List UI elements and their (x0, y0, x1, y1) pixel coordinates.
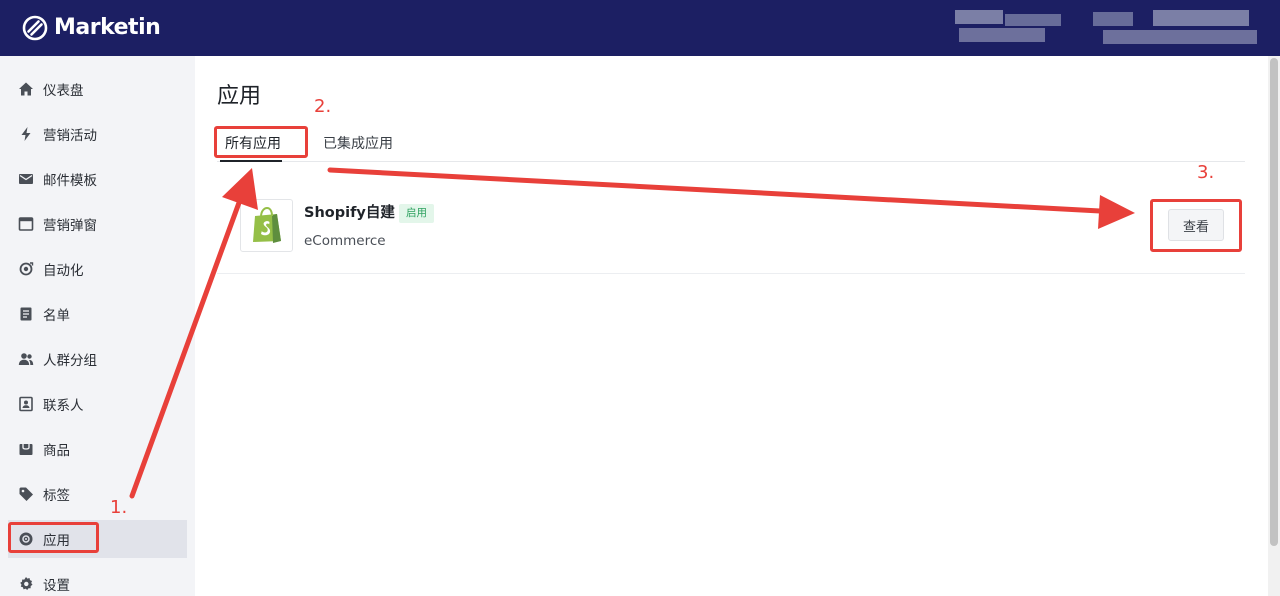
redacted-user-info[interactable] (1093, 8, 1263, 46)
sidebar-item-lists[interactable]: 名单 (8, 295, 187, 333)
sidebar-item-segments[interactable]: 人群分组 (8, 340, 187, 378)
sidebar-item-label: 营销弹窗 (43, 218, 97, 234)
page-title: 应用 (217, 84, 262, 109)
brand-name: Marketin (54, 15, 161, 40)
shopify-bag-icon (240, 199, 293, 252)
sidebar-item-tags[interactable]: 标签 (8, 475, 187, 513)
home-icon (18, 81, 34, 97)
sidebar-item-label: 商品 (43, 443, 70, 459)
sidebar-item-label: 应用 (43, 533, 70, 549)
scrollbar-thumb[interactable] (1270, 58, 1278, 546)
tab-all-apps[interactable]: 所有应用 (225, 134, 281, 154)
sidebar-item-label: 设置 (43, 578, 70, 594)
sidebar-item-dashboard[interactable]: 仪表盘 (8, 70, 187, 108)
sidebar-item-label: 标签 (43, 488, 70, 504)
mail-icon (18, 171, 34, 187)
sidebar-item-contacts[interactable]: 联系人 (8, 385, 187, 423)
sidebar: 仪表盘 营销活动 邮件模板 营销弹窗 自动化 名单 人群分组 联系人 商品 标签… (0, 56, 195, 596)
sidebar-item-label: 人群分组 (43, 353, 97, 369)
app-tabs: 所有应用 已集成应用 (217, 128, 1245, 162)
sidebar-item-settings[interactable]: 设置 (8, 565, 187, 596)
status-badge: 启用 (399, 204, 434, 223)
sidebar-item-label: 营销活动 (43, 128, 97, 144)
sidebar-item-email-templates[interactable]: 邮件模板 (8, 160, 187, 198)
sidebar-item-popups[interactable]: 营销弹窗 (8, 205, 187, 243)
main-content: 应用 所有应用 已集成应用 Shopify自建 启用 eCommerce 查看 (195, 56, 1268, 596)
list-document-icon (18, 306, 34, 322)
people-icon (18, 351, 34, 367)
tag-icon (18, 486, 34, 502)
sidebar-item-products[interactable]: 商品 (8, 430, 187, 468)
sidebar-item-label: 邮件模板 (43, 173, 97, 189)
app-list-item: Shopify自建 启用 eCommerce 查看 (217, 162, 1245, 274)
lightning-icon (18, 126, 34, 142)
sidebar-item-campaigns[interactable]: 营销活动 (8, 115, 187, 153)
sidebar-item-label: 仪表盘 (43, 83, 84, 99)
automation-icon (18, 261, 34, 277)
tab-integrated-apps[interactable]: 已集成应用 (323, 134, 393, 154)
gear-icon (18, 576, 34, 592)
sidebar-item-label: 名单 (43, 308, 70, 324)
redacted-account-info (955, 8, 1065, 46)
popup-window-icon (18, 216, 34, 232)
brand-logo[interactable]: Marketin (22, 14, 161, 42)
sidebar-item-label: 联系人 (43, 398, 84, 414)
sidebar-item-label: 自动化 (43, 263, 84, 279)
top-navbar: Marketin (0, 0, 1280, 56)
app-name[interactable]: Shopify自建 (304, 203, 395, 223)
app-category: eCommerce (304, 233, 386, 249)
sidebar-item-automation[interactable]: 自动化 (8, 250, 187, 288)
apps-icon (18, 531, 34, 547)
product-box-icon (18, 441, 34, 457)
marketin-logo-icon (22, 15, 48, 41)
sidebar-item-apps[interactable]: 应用 (8, 520, 187, 558)
view-app-button[interactable]: 查看 (1168, 209, 1224, 241)
contact-card-icon (18, 396, 34, 412)
